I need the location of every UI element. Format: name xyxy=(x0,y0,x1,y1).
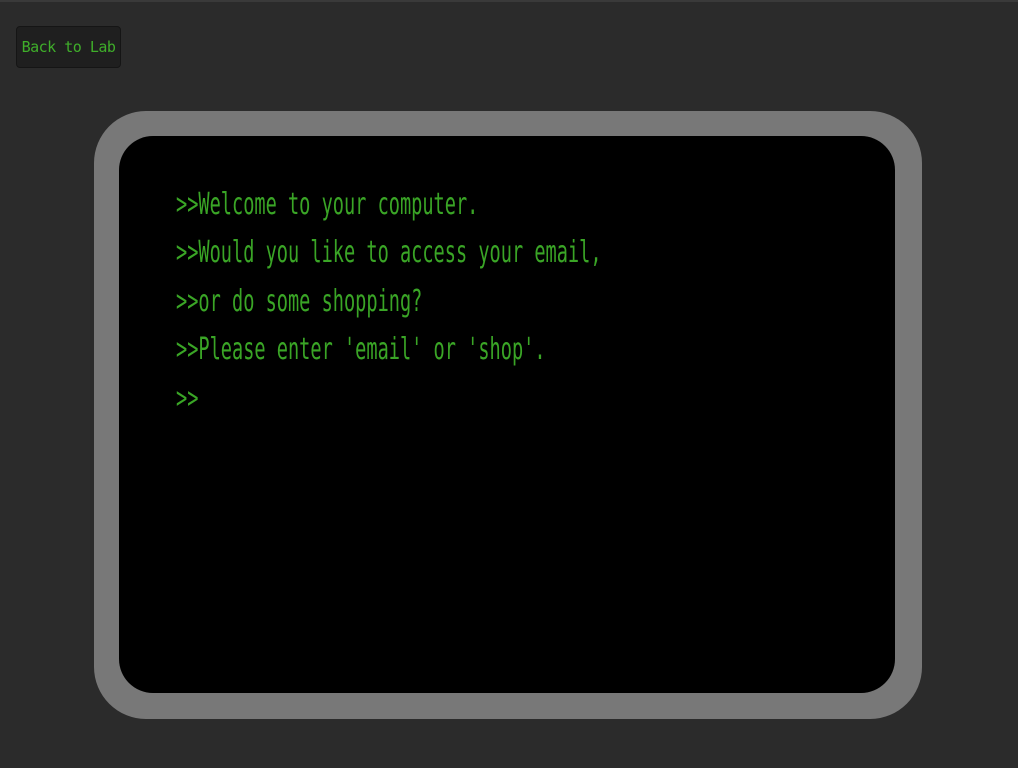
terminal-line: >> Would you like to access your email, xyxy=(176,229,610,278)
terminal-line-text: Welcome to your computer. xyxy=(198,186,479,222)
terminal-line: >> Welcome to your computer. xyxy=(176,180,610,229)
terminal-prompt: >> xyxy=(176,235,199,271)
terminal-line-text: Please enter 'email' or 'shop'. xyxy=(198,332,546,368)
terminal-prompt: >> xyxy=(176,283,199,319)
terminal-line-text: Would you like to access your email, xyxy=(198,235,602,271)
back-to-lab-button[interactable]: Back to Lab xyxy=(16,26,121,68)
window-top-edge xyxy=(0,0,1018,2)
monitor-screen[interactable]: >> Welcome to your computer. >> Would you … xyxy=(119,136,895,693)
terminal-input-line[interactable]: >> xyxy=(176,374,610,423)
terminal-prompt: >> xyxy=(176,332,199,368)
terminal-prompt: >> xyxy=(176,380,199,416)
monitor-bezel: >> Welcome to your computer. >> Would you … xyxy=(94,111,922,719)
terminal-line: >> Please enter 'email' or 'shop'. xyxy=(176,326,610,375)
terminal-line-text: or do some shopping? xyxy=(198,283,423,319)
terminal-line: >> or do some shopping? xyxy=(176,277,610,326)
terminal-output: >> Welcome to your computer. >> Would you … xyxy=(176,180,876,423)
terminal-prompt: >> xyxy=(176,186,199,222)
